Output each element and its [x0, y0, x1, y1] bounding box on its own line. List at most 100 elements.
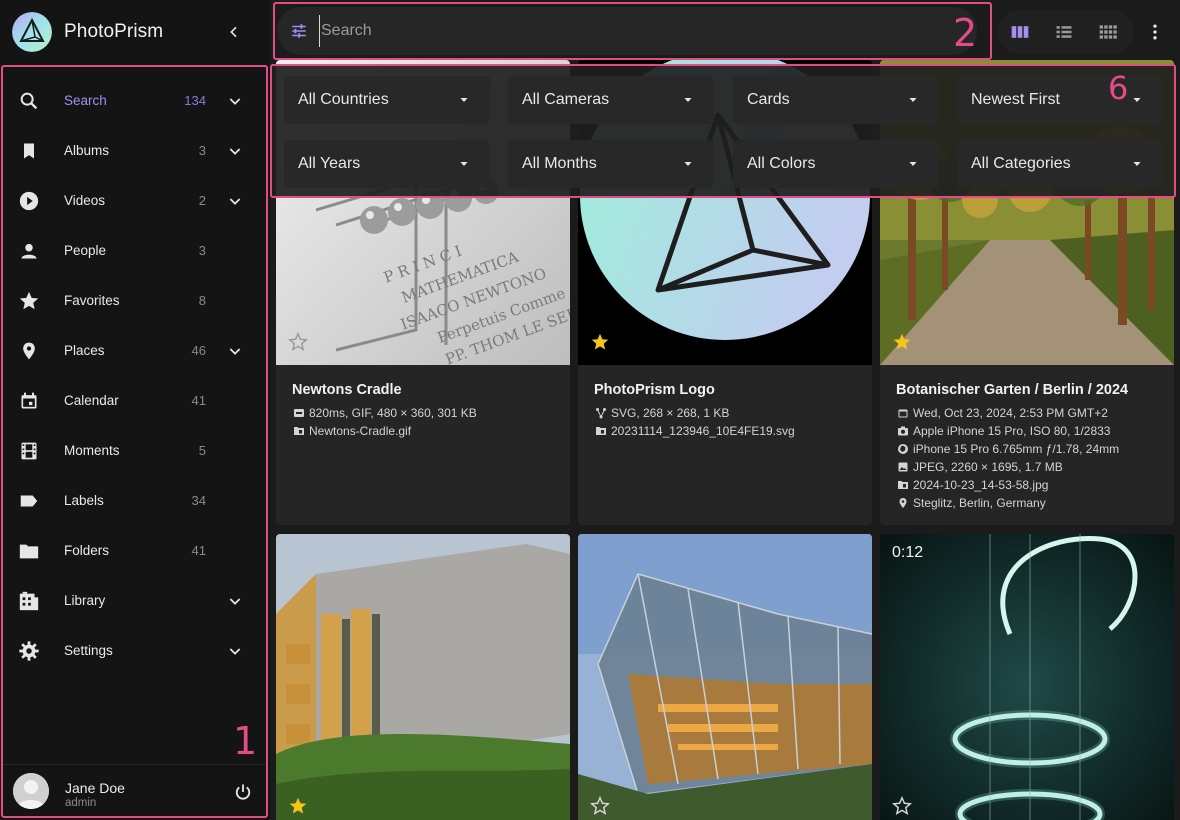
camera-filter-select[interactable]: All Cameras [508, 76, 714, 124]
select-value: Cards [747, 91, 790, 108]
favorite-star-icon[interactable] [890, 794, 914, 818]
card-meta-text: Apple iPhone 15 Pro, ISO 80, 1/2833 [913, 424, 1111, 438]
mosaic-view-button[interactable] [1096, 20, 1120, 44]
collapse-sidebar-button[interactable] [222, 20, 246, 44]
gear-icon [17, 639, 41, 663]
select-value: Newest First [971, 91, 1060, 108]
sidebar-item-library[interactable]: Library [3, 576, 266, 626]
caret-down-icon [676, 152, 700, 176]
chevron-down-icon[interactable] [223, 639, 247, 663]
file-icon [896, 479, 909, 492]
sidebar-item-label: Favorites [64, 293, 120, 308]
video-thumbnail[interactable]: 0:12 [880, 534, 1174, 820]
photo-card[interactable] [578, 534, 872, 820]
card-meta-row: Newtons-Cradle.gif [292, 424, 411, 438]
sidebar-item-folders[interactable]: Folders 41 [3, 526, 266, 576]
card-meta-text: Newtons-Cradle.gif [309, 424, 412, 438]
card-meta-row: iPhone 15 Pro 6.765mm ƒ/1.78, 24mm [896, 442, 1119, 456]
select-value: All Countries [298, 91, 389, 108]
sidebar-item-count: 2 [198, 193, 206, 208]
photo-thumbnail[interactable] [276, 534, 570, 820]
color-filter-select[interactable]: All Colors [733, 140, 939, 188]
play-circle-icon [17, 189, 41, 213]
more-vertical-icon [1153, 24, 1157, 40]
more-options-button[interactable] [1143, 20, 1167, 44]
brand-header: PhotoPrism [0, 0, 270, 64]
card-meta-row: SVG, 268 × 268, 1 KB [594, 406, 729, 420]
favorite-star-icon[interactable] [588, 794, 612, 818]
chevron-down-icon[interactable] [223, 589, 247, 613]
search-toolbar: 2 [273, 2, 992, 60]
video-duration: 0:12 [892, 544, 924, 561]
sidebar-item-count: 8 [198, 293, 206, 308]
sidebar-item-label: Places [64, 343, 105, 358]
category-filter-select[interactable]: All Categories [957, 140, 1163, 188]
sort-order-select[interactable]: Newest First [957, 76, 1163, 124]
tune-icon [292, 24, 306, 38]
mosaic-view-icon [1099, 25, 1117, 39]
list-view-button[interactable] [1052, 20, 1076, 44]
search-field[interactable] [277, 7, 977, 55]
sidebar-item-label: Search [64, 93, 107, 108]
sidebar-item-label: Folders [64, 543, 110, 558]
month-filter-select[interactable]: All Months [508, 140, 714, 188]
annotation-label-sidebar: 1 [233, 719, 258, 763]
card-meta-row: 820ms, GIF, 480 × 360, 301 KB [292, 406, 477, 420]
card-meta-text: Steglitz, Berlin, Germany [913, 496, 1046, 510]
sidebar-item-count: 3 [198, 243, 206, 258]
sidebar-item-labels[interactable]: Labels 34 [3, 476, 266, 526]
country-filter-select[interactable]: All Countries [284, 76, 490, 124]
favorite-star-icon[interactable] [286, 330, 310, 354]
favorite-star-icon[interactable] [890, 330, 914, 354]
video-card[interactable]: 0:12 [880, 534, 1174, 820]
search-input[interactable] [319, 15, 919, 47]
card-meta-row: JPEG, 2260 × 1695, 1.7 MB [896, 460, 1063, 474]
vector-icon [594, 407, 607, 420]
image-icon [896, 461, 909, 474]
favorite-star-icon[interactable] [286, 794, 310, 818]
chevron-down-icon[interactable] [223, 339, 247, 363]
sidebar-item-settings[interactable]: Settings [3, 626, 266, 676]
view-filter-select[interactable]: Cards [733, 76, 939, 124]
chevron-down-icon[interactable] [223, 89, 247, 113]
sidebar-item-label: Moments [64, 443, 120, 458]
photo-thumbnail[interactable] [578, 534, 872, 820]
sidebar-item-videos[interactable]: Videos 2 [3, 176, 266, 226]
sidebar-item-albums[interactable]: Albums 3 [3, 126, 266, 176]
sidebar-item-search[interactable]: Search 134 [3, 76, 266, 126]
film-icon [17, 439, 41, 463]
photoprism-logo-icon[interactable] [12, 12, 52, 52]
annotation-label-filters: 6 [1108, 69, 1129, 107]
caret-down-icon [676, 88, 700, 112]
filter-panel: All Countries All Cameras Cards Newest F… [270, 64, 1176, 198]
photo-card[interactable] [276, 534, 570, 820]
person-icon [17, 239, 41, 263]
sidebar: PhotoPrism Search 134 Albums 3 Videos 2 … [0, 0, 270, 820]
sidebar-item-calendar[interactable]: Calendar 41 [3, 376, 266, 426]
favorite-star-icon[interactable] [588, 330, 612, 354]
select-value: All Years [298, 155, 361, 172]
avatar[interactable] [13, 773, 49, 809]
sidebar-item-favorites[interactable]: Favorites 8 [3, 276, 266, 326]
chevron-down-icon[interactable] [223, 139, 247, 163]
chevron-down-icon[interactable] [223, 189, 247, 213]
user-name: Jane Doe [65, 780, 125, 796]
cards-view-button[interactable] [1008, 20, 1032, 44]
label-icon [17, 489, 41, 513]
year-filter-select[interactable]: All Years [284, 140, 490, 188]
view-mode-toggle [998, 10, 1134, 54]
caret-down-icon [1125, 152, 1149, 176]
sidebar-item-moments[interactable]: Moments 5 [3, 426, 266, 476]
select-value: All Cameras [522, 91, 610, 108]
calendar-icon [896, 407, 909, 420]
filter-toggle-button[interactable] [287, 19, 311, 43]
sidebar-item-people[interactable]: People 3 [3, 226, 266, 276]
sidebar-item-count: 5 [198, 443, 206, 458]
logout-button[interactable] [231, 780, 255, 804]
sidebar-item-places[interactable]: Places 46 [3, 326, 266, 376]
card-meta-text: 20231114_123946_10E4FE19.svg [611, 424, 795, 438]
sidebar-item-count: 134 [184, 93, 206, 108]
card-meta-text: 2024-10-23_14-53-58.jpg [913, 478, 1049, 492]
card-meta-text: JPEG, 2260 × 1695, 1.7 MB [913, 460, 1063, 474]
sidebar-item-label: Calendar [64, 393, 119, 408]
